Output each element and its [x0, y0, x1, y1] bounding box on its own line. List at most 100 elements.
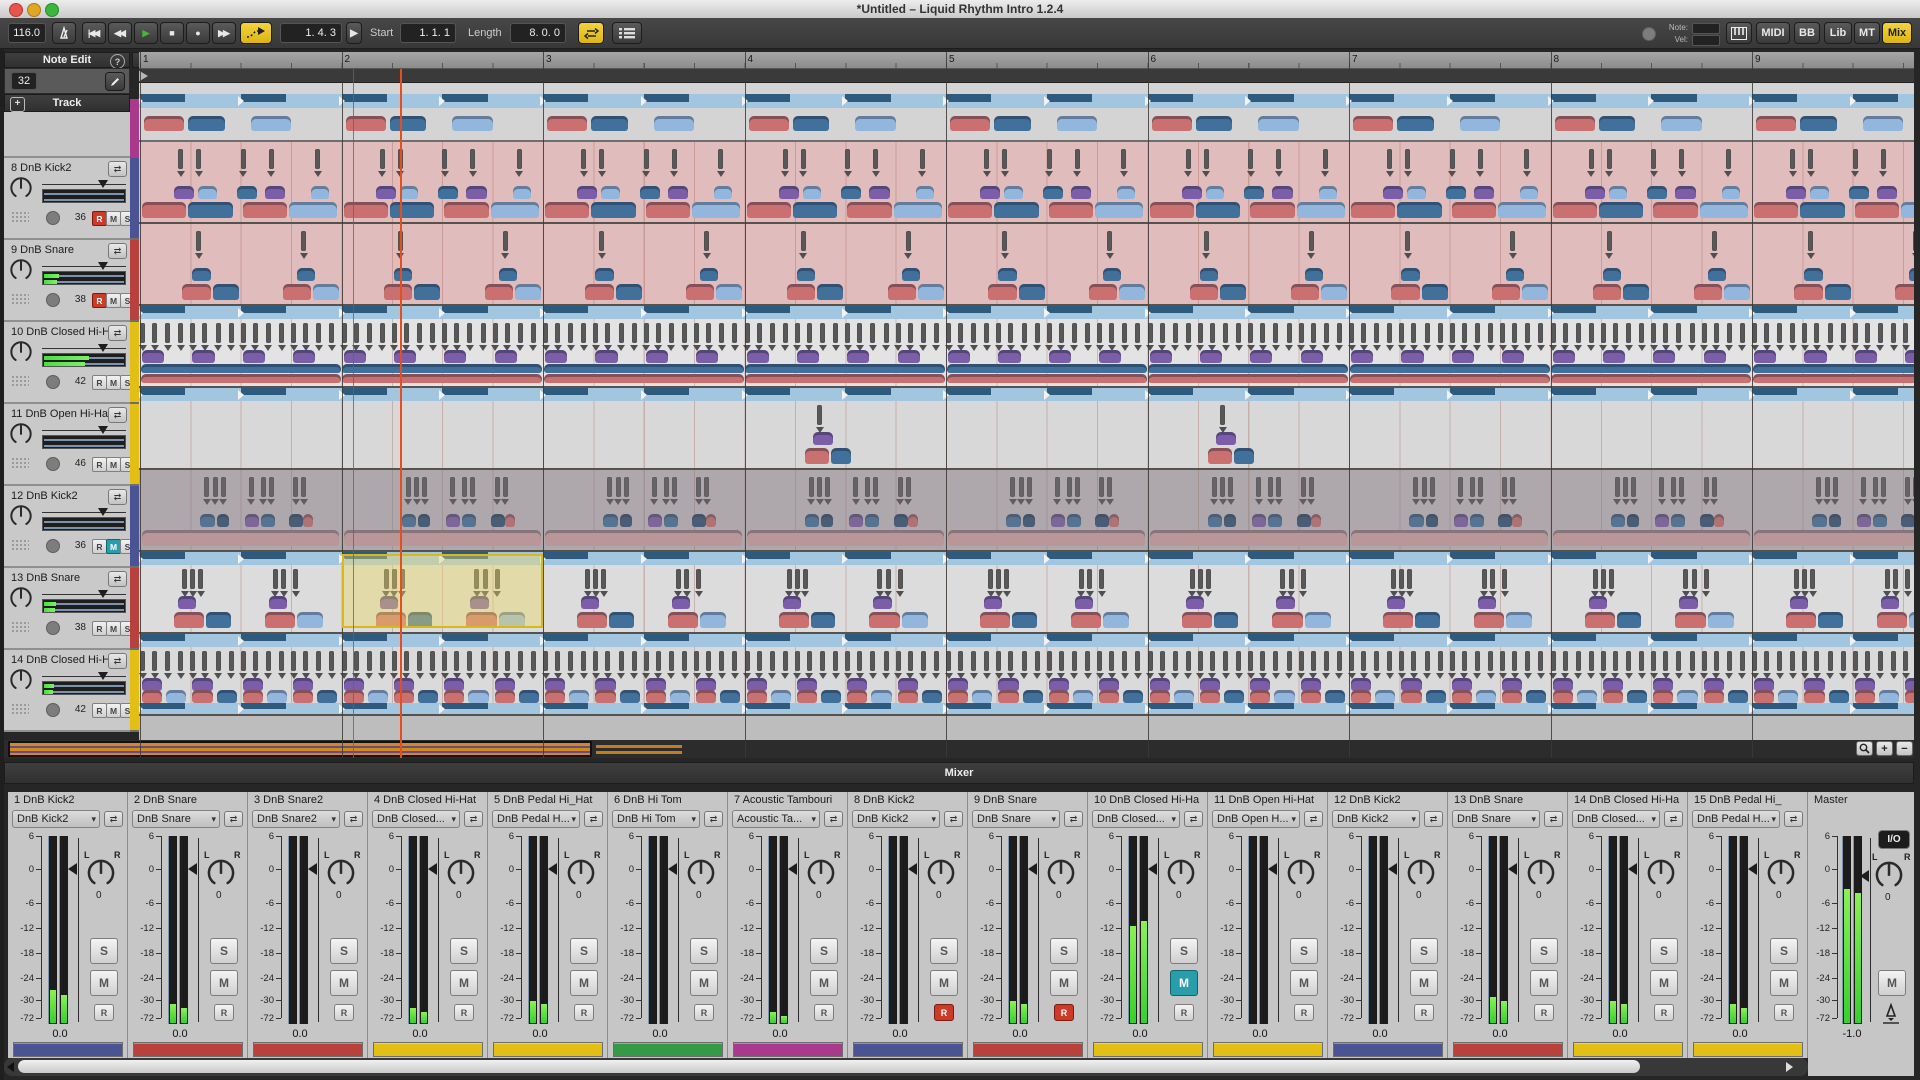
track-volume-handle-icon[interactable]	[98, 672, 108, 680]
arrangement-minimap[interactable]	[8, 741, 592, 757]
mute-button[interactable]: M	[690, 970, 718, 996]
track-row[interactable]: 12 DnB Kick2⇄36RMS	[4, 486, 130, 568]
track-record-button[interactable]: R	[92, 211, 107, 226]
record-button[interactable]: R	[214, 1004, 234, 1021]
stop-button[interactable]: ■	[160, 22, 184, 44]
mixer-channel[interactable]: 7 Acoustic TambouriAcoustic Ta...▾⇄60-6-…	[728, 792, 848, 1058]
solo-button[interactable]: S	[1410, 938, 1438, 964]
track-swap-button[interactable]: ⇄	[108, 571, 127, 587]
mute-button[interactable]: M	[1170, 970, 1198, 996]
mixer-channel[interactable]: 10 DnB Closed Hi-HaDnB Closed...▾⇄60-6-1…	[1088, 792, 1208, 1058]
arranger-track-row[interactable]	[139, 306, 1914, 388]
rewind-start-button[interactable]: |◀◀	[82, 22, 106, 44]
pattern-grid-icon[interactable]	[11, 539, 29, 552]
volume-fader-handle-icon[interactable]	[308, 863, 317, 875]
record-button[interactable]: R	[1294, 1004, 1314, 1021]
channel-swap-button[interactable]: ⇄	[1304, 811, 1323, 827]
pan-knob[interactable]	[86, 858, 116, 888]
pan-knob[interactable]	[1406, 858, 1436, 888]
solo-button[interactable]: S	[90, 938, 118, 964]
loop-strip[interactable]	[139, 69, 1914, 83]
volume-fader-track[interactable]	[918, 838, 919, 1022]
track-swap-button[interactable]: ⇄	[108, 407, 127, 423]
volume-fader-handle-icon[interactable]	[1268, 863, 1277, 875]
channel-swap-button[interactable]: ⇄	[1784, 811, 1803, 827]
track-record-button[interactable]: R	[92, 375, 107, 390]
mute-button[interactable]: M	[450, 970, 478, 996]
volume-fader-track[interactable]	[558, 838, 559, 1022]
track-row[interactable]: 9 DnB Snare⇄38RMS	[4, 240, 130, 322]
volume-fader-track[interactable]	[438, 838, 439, 1022]
track-pan-knob[interactable]	[9, 586, 33, 610]
channel-preset-dropdown[interactable]: DnB Snare2▾	[252, 810, 340, 828]
mute-button[interactable]: M	[1290, 970, 1318, 996]
mute-button[interactable]: M	[930, 970, 958, 996]
track-select-dot[interactable]	[46, 703, 60, 717]
volume-fader-track[interactable]	[1158, 838, 1159, 1022]
arranger-track-row[interactable]	[139, 388, 1914, 470]
bpm-field[interactable]: 116.0	[8, 23, 46, 43]
mute-button[interactable]: M	[330, 970, 358, 996]
volume-fader-handle-icon[interactable]	[1508, 863, 1517, 875]
track-volume-handle-icon[interactable]	[98, 426, 108, 434]
track-row[interactable]: 14 DnB Closed Hi-Hat⇄42RMS	[4, 650, 130, 732]
mixer-channel[interactable]: 3 DnB Snare2DnB Snare2▾⇄60-6-12-18-24-30…	[248, 792, 368, 1058]
volume-fader-handle-icon[interactable]	[1628, 863, 1637, 875]
volume-fader-track[interactable]	[1638, 838, 1639, 1022]
arranger-canvas[interactable]: 123456789	[139, 52, 1914, 758]
channel-preset-dropdown[interactable]: DnB Snare▾	[132, 810, 220, 828]
track-mute-button[interactable]: M	[106, 457, 121, 472]
volume-fader-track[interactable]	[78, 838, 79, 1022]
note-edit-help-icon[interactable]: ?	[110, 54, 125, 69]
track-volume-slider[interactable]	[42, 512, 126, 513]
mixer-channel[interactable]: 9 DnB SnareDnB Snare▾⇄60-6-12-18-24-30-7…	[968, 792, 1088, 1058]
mixer-scrollbar-thumb[interactable]	[18, 1060, 1640, 1073]
record-button[interactable]: R	[94, 1004, 114, 1021]
track-row[interactable]: 13 DnB Snare⇄38RMS	[4, 568, 130, 650]
channel-preset-dropdown[interactable]: DnB Closed...▾	[372, 810, 460, 828]
channel-swap-button[interactable]: ⇄	[1064, 811, 1083, 827]
record-button[interactable]: R	[454, 1004, 474, 1021]
track-record-button[interactable]: R	[92, 457, 107, 472]
rewind-button[interactable]: ◀◀	[108, 22, 132, 44]
pan-knob[interactable]	[446, 858, 476, 888]
track-row[interactable]: 8 DnB Kick2⇄36RMS	[4, 158, 130, 240]
arranger-track-row[interactable]	[139, 142, 1914, 224]
track-swap-button[interactable]: ⇄	[108, 243, 127, 259]
track-record-button[interactable]: R	[92, 539, 107, 554]
mixer-channel[interactable]: 1 DnB Kick2DnB Kick2▾⇄60-6-12-18-24-30-7…	[8, 792, 128, 1058]
volume-fader-track[interactable]	[1038, 838, 1039, 1022]
track-volume-handle-icon[interactable]	[98, 180, 108, 188]
track-mute-button[interactable]: M	[106, 375, 121, 390]
solo-button[interactable]: S	[690, 938, 718, 964]
lanes-view-button[interactable]	[612, 22, 642, 44]
arranger-track-row[interactable]	[139, 224, 1914, 306]
volume-fader-track[interactable]	[1518, 838, 1519, 1022]
mixer-channel[interactable]: 14 DnB Closed Hi-HaDnB Closed...▾⇄60-6-1…	[1568, 792, 1688, 1058]
pattern-grid-icon[interactable]	[11, 293, 29, 306]
view-button-mix[interactable]: Mix	[1882, 22, 1912, 44]
volume-fader-handle-icon[interactable]	[188, 863, 197, 875]
mute-button[interactable]: M	[1050, 970, 1078, 996]
pan-knob[interactable]	[326, 858, 356, 888]
volume-fader-track[interactable]	[678, 838, 679, 1022]
record-button[interactable]: R	[334, 1004, 354, 1021]
mixer-channel[interactable]: 8 DnB Kick2DnB Kick2▾⇄60-6-12-18-24-30-7…	[848, 792, 968, 1058]
track-swap-button[interactable]: ⇄	[108, 161, 127, 177]
pan-knob[interactable]	[1166, 858, 1196, 888]
master-fader-track[interactable]	[1870, 838, 1871, 1022]
channel-preset-dropdown[interactable]: DnB Closed...▾	[1572, 810, 1660, 828]
master-metronome-button[interactable]	[1878, 1002, 1904, 1026]
zoom-in-button[interactable]: +	[1876, 741, 1893, 756]
mute-button[interactable]: M	[1650, 970, 1678, 996]
solo-button[interactable]: S	[1290, 938, 1318, 964]
follow-playhead-button[interactable]	[240, 22, 272, 44]
volume-fader-track[interactable]	[1278, 838, 1279, 1022]
mute-button[interactable]: M	[1770, 970, 1798, 996]
pan-knob[interactable]	[686, 858, 716, 888]
pan-knob[interactable]	[566, 858, 596, 888]
track-volume-slider[interactable]	[42, 348, 126, 349]
volume-fader-handle-icon[interactable]	[668, 863, 677, 875]
volume-fader-handle-icon[interactable]	[1148, 863, 1157, 875]
scroll-right-arrow-icon[interactable]	[1786, 1062, 1793, 1072]
